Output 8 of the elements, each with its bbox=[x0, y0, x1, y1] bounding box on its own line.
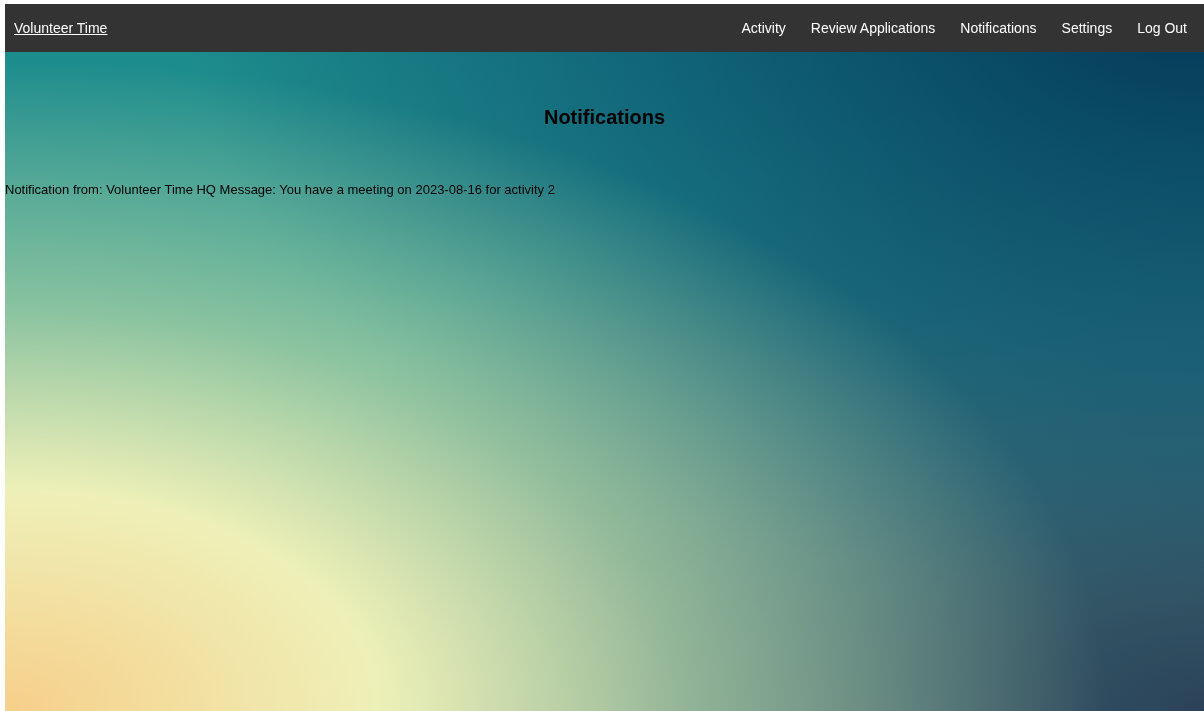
page-heading: Notifications bbox=[542, 105, 667, 130]
notification-text: Notification from: Volunteer Time HQ Message: You have a meeting on 2023-08-16 for activity 2 bbox=[5, 181, 556, 199]
nav-link[interactable]: Settings bbox=[1061, 17, 1113, 39]
nav-link[interactable]: Activity bbox=[741, 17, 786, 39]
brand-link[interactable]: Volunteer Time bbox=[14, 17, 108, 39]
nav-link[interactable]: Log Out bbox=[1137, 17, 1187, 39]
nav-link[interactable]: Review Applications bbox=[810, 17, 936, 39]
nav-link[interactable]: Notifications bbox=[960, 17, 1037, 39]
